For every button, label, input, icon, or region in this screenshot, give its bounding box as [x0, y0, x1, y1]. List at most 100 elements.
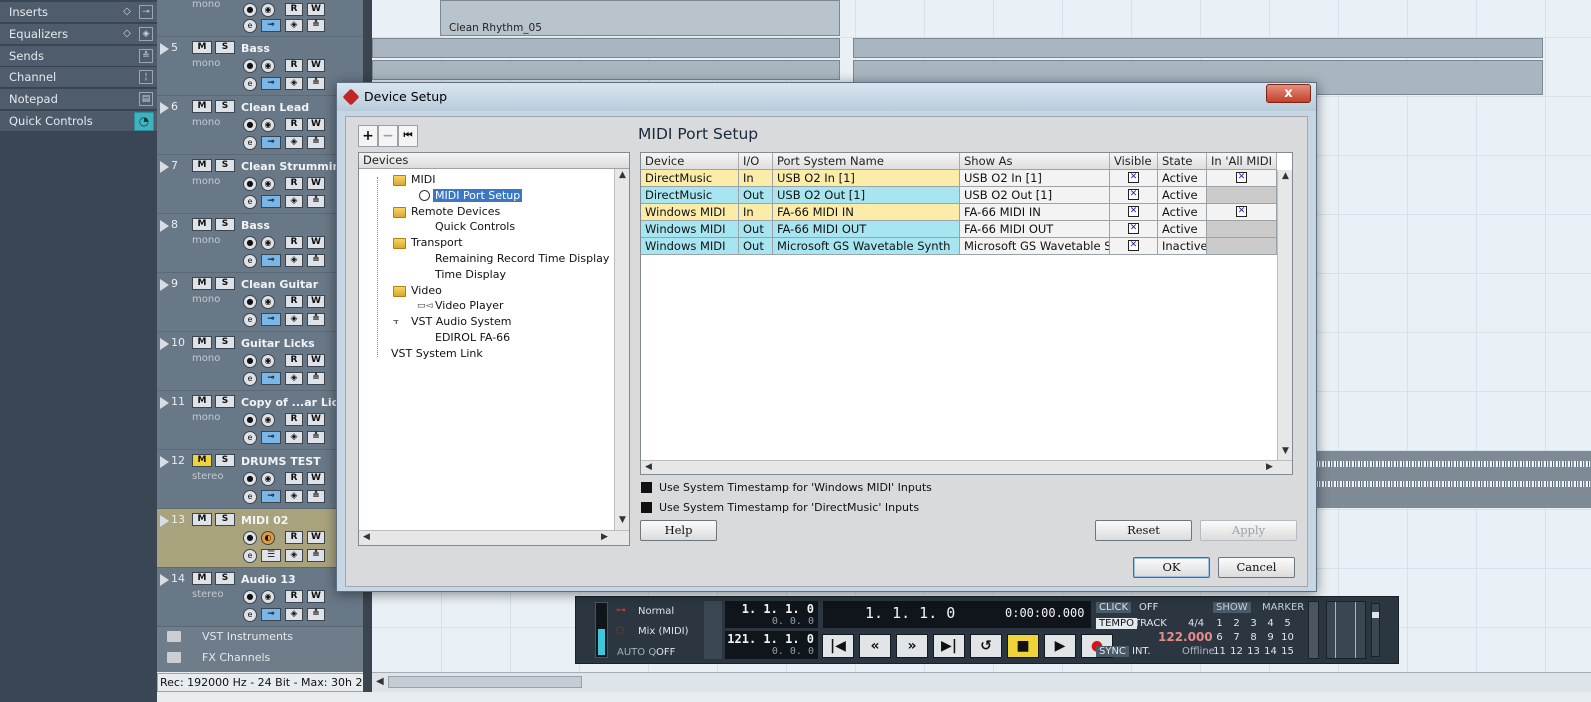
audio-event[interactable]	[372, 38, 840, 58]
cancel-button[interactable]: Cancel	[1218, 557, 1295, 578]
send-bypass-icon[interactable]: ≙	[307, 372, 325, 385]
marker-button[interactable]: 11	[1212, 646, 1227, 657]
write-button[interactable]: W	[307, 177, 325, 190]
marker-button[interactable]: 14	[1263, 646, 1278, 657]
solo-button[interactable]: S	[215, 572, 235, 585]
eq-bypass-icon[interactable]: ◈	[285, 372, 303, 385]
marker-button[interactable]: 13	[1246, 646, 1261, 657]
tree-node[interactable]: Remote Devices	[411, 205, 500, 218]
monitor-button[interactable]: ●	[243, 472, 257, 486]
record-enable-button[interactable]: ◉	[261, 3, 275, 17]
stop-icon[interactable]: ■	[1007, 634, 1039, 658]
track-row[interactable]: 8 M S Bass mono ● ◉ R W e ⊸ ◈ ≙	[157, 214, 363, 273]
insert-bypass-icon[interactable]: ⊸	[261, 490, 281, 503]
marker-button[interactable]: 4	[1263, 618, 1278, 629]
mute-button[interactable]: M	[192, 277, 212, 290]
monitor-icon[interactable]: ◉	[261, 590, 275, 604]
expand-track-icon[interactable]	[160, 161, 169, 173]
column-header[interactable]: In 'All MIDI In	[1207, 153, 1277, 170]
insert-bypass-icon[interactable]: ⊸	[261, 195, 281, 208]
eq-bypass-icon[interactable]: ◈	[285, 608, 303, 621]
monitor-icon[interactable]: ◉	[261, 295, 275, 309]
eq-bypass-icon[interactable]: ◈	[285, 19, 303, 32]
reset-button[interactable]: Reset	[1095, 520, 1192, 541]
write-button[interactable]: W	[307, 354, 325, 367]
eq-bypass-icon[interactable]: ◈	[285, 431, 303, 444]
dialog-titlebar[interactable]: Device Setup x	[337, 83, 1316, 111]
send-bypass-icon[interactable]: ≙	[307, 608, 325, 621]
sends-icon[interactable]: ≙	[139, 49, 153, 63]
audio-event[interactable]	[372, 60, 840, 80]
left-locator-display[interactable]: 1. 1. 1. 0 0. 0. 0	[725, 601, 818, 628]
table-horizontal-scrollbar[interactable]: ◀ ▶	[641, 460, 1292, 474]
folder-track-fx-channels[interactable]: FX Channels	[157, 648, 363, 668]
tempo-label[interactable]: TEMPO	[1096, 618, 1137, 629]
eq-bypass-icon[interactable]: ◈	[285, 313, 303, 326]
cell-show-as[interactable]: USB O2 In [1]	[960, 170, 1110, 187]
scroll-up-icon[interactable]: ▲	[1278, 171, 1292, 181]
cell-show-as[interactable]: USB O2 Out [1]	[960, 187, 1110, 204]
tempo-value[interactable]: 122.000	[1158, 630, 1213, 644]
marker-button[interactable]: 5	[1280, 618, 1295, 629]
cell-visible[interactable]: ✕	[1110, 204, 1158, 221]
eq-bypass-icon[interactable]: ◈	[285, 490, 303, 503]
eq-icon[interactable]: ◈	[139, 27, 153, 41]
edit-button[interactable]: e	[243, 136, 257, 150]
inspector-sends[interactable]: Sends ≙	[0, 46, 157, 67]
monitor-icon[interactable]: ◉	[261, 472, 275, 486]
tree-node[interactable]: Video Player	[435, 299, 504, 312]
solo-button[interactable]: S	[215, 336, 235, 349]
tree-horizontal-scrollbar[interactable]: ◀ ▶	[359, 530, 629, 545]
tree-node[interactable]: Quick Controls	[435, 220, 515, 233]
fast-forward-icon[interactable]: »	[896, 634, 928, 658]
read-button[interactable]: R	[285, 354, 303, 367]
track-row[interactable]: 12 M S DRUMS TEST stereo ● ◉ R W e ⊸ ◈ ≙	[157, 450, 363, 509]
track-row[interactable]: 13 M S MIDI 02 ● ◐ R W e ☰ ◈ ≙	[157, 509, 363, 568]
add-device-button[interactable]: +	[358, 125, 378, 147]
tree-node[interactable]: VST Audio System	[411, 315, 512, 328]
write-button[interactable]: W	[307, 118, 325, 131]
show-markers-button[interactable]: SHOW	[1213, 602, 1251, 613]
master-fader[interactable]	[1371, 603, 1380, 657]
monitor-icon[interactable]: ◉	[261, 354, 275, 368]
mute-button[interactable]: M	[192, 513, 212, 526]
cycle-icon[interactable]: ↺	[970, 634, 1002, 658]
solo-button[interactable]: S	[215, 513, 235, 526]
inspector-inserts[interactable]: Inserts ◇ ⊸	[0, 2, 157, 23]
edit-button[interactable]: e	[243, 77, 257, 91]
expand-track-icon[interactable]	[160, 102, 169, 114]
monitor-icon[interactable]: ◉	[261, 118, 275, 132]
visible-checkbox[interactable]: ✕	[1128, 223, 1139, 234]
insert-bypass-icon[interactable]: ⊸	[261, 313, 281, 326]
monitor-icon[interactable]: ◐	[261, 531, 275, 545]
insert-bypass-icon[interactable]: ⊸	[261, 254, 281, 267]
write-button[interactable]: W	[307, 3, 325, 16]
position-display[interactable]: 1. 1. 1. 0 0:00:00.000	[823, 601, 1091, 628]
marker-button[interactable]: 7	[1229, 632, 1244, 643]
marker-button[interactable]: 15	[1280, 646, 1295, 657]
insert-bypass-icon[interactable]: ⊸	[261, 608, 281, 621]
all-midi-in-checkbox[interactable]: ✕	[1236, 172, 1247, 183]
cell-all-midi-in[interactable]	[1207, 238, 1277, 255]
help-button[interactable]: Help	[640, 520, 717, 541]
scroll-down-icon[interactable]: ▼	[1278, 446, 1292, 456]
write-button[interactable]: W	[307, 531, 325, 544]
monitor-button[interactable]: ●	[243, 413, 257, 427]
go-to-end-icon[interactable]: ▶|	[933, 634, 965, 658]
marker-button[interactable]: 1	[1212, 618, 1227, 629]
solo-button[interactable]: S	[215, 277, 235, 290]
tree-vertical-scrollbar[interactable]: ▲ ▼	[614, 169, 629, 530]
track-row[interactable]: 14 M S Audio 13 stereo ● ◉ R W e ⊸ ◈ ≙	[157, 568, 363, 627]
track-row[interactable]: 5 M S Bass mono ● ◉ R W e ⊸ ◈ ≙	[157, 37, 363, 96]
insert-bypass-icon[interactable]: ⊸	[261, 19, 281, 32]
send-bypass-icon[interactable]: ≙	[307, 136, 325, 149]
visible-checkbox[interactable]: ✕	[1128, 189, 1139, 200]
mute-button[interactable]: M	[192, 572, 212, 585]
audio-event[interactable]	[853, 38, 1543, 58]
tree-node[interactable]: EDIROL FA-66	[435, 331, 510, 344]
edit-button[interactable]: e	[243, 431, 257, 445]
scroll-right-icon[interactable]: ▶	[597, 532, 612, 542]
column-header[interactable]: Visible	[1110, 153, 1158, 170]
marker-button[interactable]: 12	[1229, 646, 1244, 657]
scroll-down-icon[interactable]: ▼	[615, 515, 630, 525]
